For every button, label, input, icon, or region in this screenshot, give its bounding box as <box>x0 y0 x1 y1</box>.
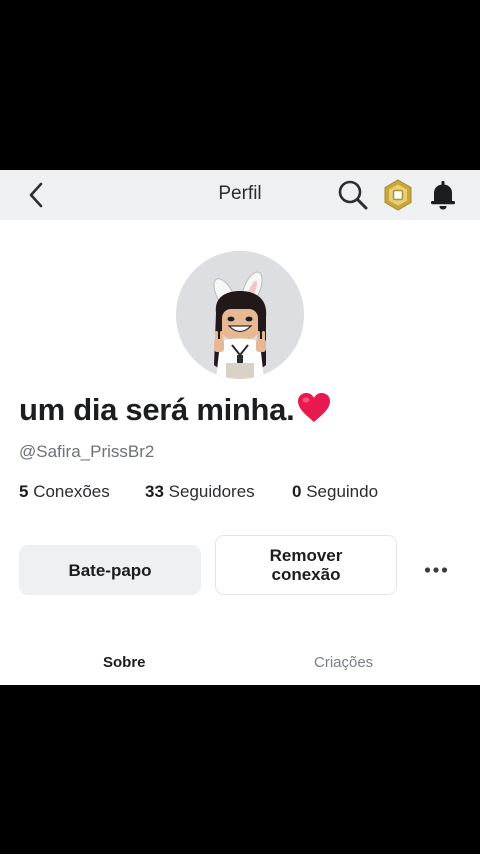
tab-creations[interactable]: Criações <box>314 654 373 671</box>
chat-button-label: Bate-papo <box>68 560 152 580</box>
display-name-text: um dia será minha. <box>19 392 295 427</box>
remove-connection-label: Remover conexão <box>269 546 343 584</box>
remove-connection-button[interactable]: Remover conexão <box>215 535 397 595</box>
robux-icon <box>384 179 412 211</box>
tab-about[interactable]: Sobre <box>103 654 146 671</box>
followers-stat[interactable]: 33 Seguidores <box>145 482 255 502</box>
bell-icon <box>431 181 455 210</box>
more-dots-icon <box>424 567 448 573</box>
display-name: um dia será minha. <box>19 392 332 428</box>
search-icon <box>338 180 368 210</box>
avatar[interactable] <box>176 251 304 379</box>
notifications-button[interactable] <box>428 178 458 212</box>
heart-emoji-icon <box>298 393 331 423</box>
following-stat[interactable]: 0 Seguindo <box>292 482 378 502</box>
username: @Safira_PrissBr2 <box>19 442 155 461</box>
chat-button[interactable]: Bate-papo <box>19 545 201 595</box>
profile-screen: Perfil um dia será minha. @Safira_PrissB… <box>0 170 480 685</box>
search-button[interactable] <box>336 178 370 212</box>
more-options-button[interactable] <box>420 554 452 586</box>
top-bar: Perfil <box>0 170 480 220</box>
avatar-image <box>176 251 304 379</box>
robux-button[interactable] <box>382 178 414 212</box>
profile-tabs: Sobre Criações <box>0 640 480 685</box>
connections-stat[interactable]: 5 Conexões <box>19 482 110 502</box>
